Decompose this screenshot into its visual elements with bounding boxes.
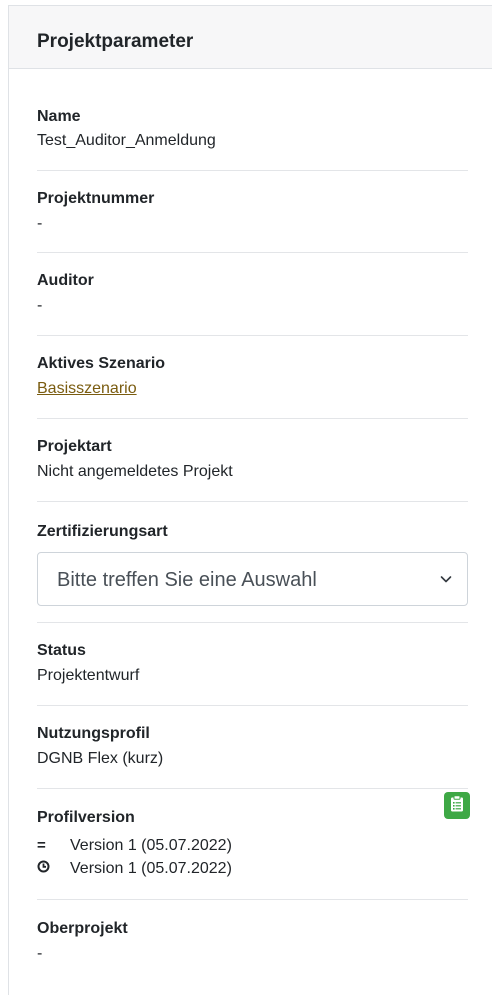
param-status: Status Projektentwurf xyxy=(37,623,468,706)
param-value-status: Projektentwurf xyxy=(37,667,140,684)
param-nutzungsprofil: Nutzungsprofil DGNB Flex (kurz) xyxy=(37,706,468,789)
version-text: Version 1 (05.07.2022) xyxy=(70,859,232,877)
param-value-auditor: - xyxy=(37,297,43,314)
param-label-projektnummer: Projektnummer xyxy=(37,190,155,207)
version-row-current: = Version 1 (05.07.2022) xyxy=(37,834,468,857)
param-label-name: Name xyxy=(37,108,81,125)
version-text: Version 1 (05.07.2022) xyxy=(70,836,232,854)
param-name: Name Test_Auditor_Anmeldung xyxy=(37,69,468,171)
param-profilversion: Profilversion = Version 1 (05.07.2022) V… xyxy=(37,789,470,900)
param-value-oberprojekt: - xyxy=(37,945,43,962)
param-zertifizierungsart: Zertifizierungsart Bitte treffen Sie ein… xyxy=(37,502,468,623)
card-title: Projektparameter xyxy=(37,31,194,52)
zertifizierungsart-select[interactable]: Bitte treffen Sie eine Auswahl xyxy=(37,552,468,606)
param-label-oberprojekt: Oberprojekt xyxy=(37,920,128,937)
param-auditor: Auditor - xyxy=(37,253,468,336)
param-value-name: Test_Auditor_Anmeldung xyxy=(37,132,216,149)
chevron-down-icon xyxy=(440,572,452,584)
clock-icon xyxy=(37,860,51,877)
param-oberprojekt: Oberprojekt - xyxy=(37,900,468,990)
clipboard-list-icon xyxy=(450,794,464,817)
param-label-zertifizierungsart: Zertifizierungsart xyxy=(37,523,168,540)
clipboard-button[interactable] xyxy=(444,792,470,819)
param-value-projektart: Nicht angemeldetes Projekt xyxy=(37,463,233,480)
param-label-nutzungsprofil: Nutzungsprofil xyxy=(37,725,150,742)
version-row-latest: Version 1 (05.07.2022) xyxy=(37,857,468,880)
param-label-profilversion: Profilversion xyxy=(37,809,135,826)
param-label-aktives-szenario: Aktives Szenario xyxy=(37,355,166,372)
select-selected-value: Bitte treffen Sie eine Auswahl xyxy=(57,569,317,591)
param-value-projektnummer: - xyxy=(37,215,43,232)
param-projektart: Projektart Nicht angemeldetes Projekt xyxy=(37,419,468,502)
project-parameters-card: Projektparameter Name Test_Auditor_Anmel… xyxy=(8,5,492,995)
scenario-link[interactable]: Basisszenario xyxy=(37,378,137,400)
param-aktives-szenario: Aktives Szenario Basisszenario xyxy=(37,336,468,419)
param-projektnummer: Projektnummer - xyxy=(37,171,468,253)
param-label-status: Status xyxy=(37,642,86,659)
equals-icon: = xyxy=(37,836,46,854)
card-body: Name Test_Auditor_Anmeldung Projektnumme… xyxy=(9,69,492,990)
card-header: Projektparameter xyxy=(9,6,492,69)
param-label-auditor: Auditor xyxy=(37,272,94,289)
param-value-nutzungsprofil: DGNB Flex (kurz) xyxy=(37,750,164,767)
param-label-projektart: Projektart xyxy=(37,438,112,455)
